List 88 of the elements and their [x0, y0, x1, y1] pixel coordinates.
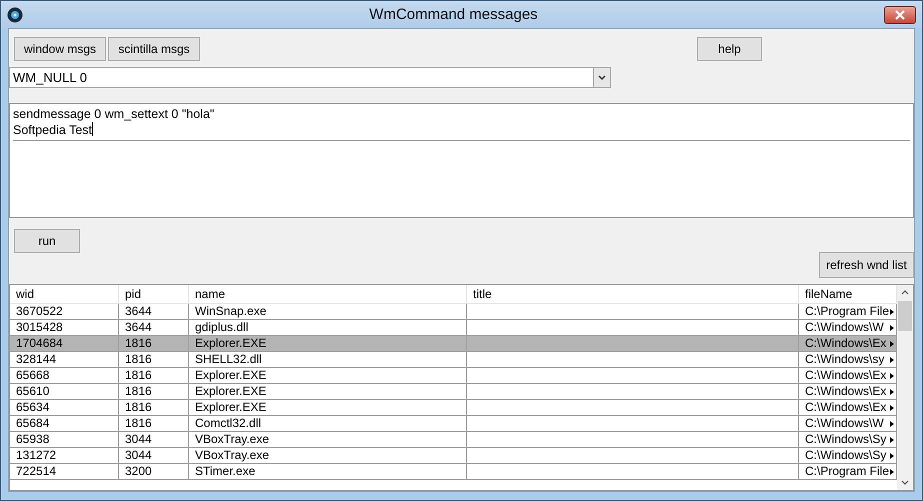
table-row[interactable]: 1704684 1816 Explorer.EXE C:\Windows\Ex [10, 336, 897, 352]
overflow-arrow-icon [890, 356, 894, 362]
table-cell: 1816 [125, 400, 152, 415]
column-header[interactable]: wid [10, 285, 119, 304]
chevron-down-icon[interactable] [901, 480, 909, 486]
table-cell: 1816 [125, 336, 152, 351]
table-cell: 722514 [16, 464, 56, 479]
table-cell: Explorer.EXE [195, 368, 266, 383]
table-cell: 65684 [16, 416, 50, 431]
column-header[interactable]: name [189, 285, 467, 304]
table-cell: WinSnap.exe [195, 304, 266, 319]
table-cell: 1704684 [16, 336, 63, 351]
table-cell: C:\Windows\Ex [805, 400, 886, 415]
table-cell: 1816 [125, 384, 152, 399]
table-cell: STimer.exe [195, 464, 256, 479]
overflow-arrow-icon [890, 340, 894, 346]
table-cell: 3044 [125, 432, 152, 447]
table-cell: 3015428 [16, 320, 63, 335]
editor-line: Softpedia Test [13, 122, 94, 138]
tab-button[interactable]: window msgs [14, 37, 106, 61]
close-icon [894, 10, 906, 20]
table-row[interactable]: 328144 1816 SHELL32.dll C:\Windows\sy [10, 352, 897, 368]
dropdown-button[interactable] [593, 68, 610, 87]
help-button[interactable]: help [697, 37, 762, 61]
table-cell: 328144 [16, 352, 56, 367]
table-cell: 3644 [125, 304, 152, 319]
window-title: WmCommand messages [368, 6, 539, 23]
table-cell: Comctl32.dll [195, 416, 262, 431]
column-header[interactable]: title [467, 285, 799, 304]
overflow-arrow-icon [890, 308, 894, 314]
table-cell: C:\Windows\Ex [805, 336, 886, 351]
table-row[interactable]: 65610 1816 Explorer.EXE C:\Windows\Ex [10, 384, 897, 400]
table-cell: VBoxTray.exe [195, 448, 270, 463]
table-row[interactable]: 65634 1816 Explorer.EXE C:\Windows\Ex [10, 400, 897, 416]
table-cell: 3644 [125, 320, 152, 335]
table-cell: 1816 [125, 352, 152, 367]
table-cell: 65634 [16, 400, 50, 415]
table-cell: Explorer.EXE [195, 400, 266, 415]
table-cell: 3200 [125, 464, 152, 479]
table-cell: Explorer.EXE [195, 384, 266, 399]
overflow-arrow-icon [890, 404, 894, 410]
run-button[interactable]: run [14, 229, 80, 253]
table-cell: C:\Windows\Ex [805, 368, 886, 383]
table-row[interactable]: 131272 3044 VBoxTray.exe C:\Windows\Sy [10, 448, 897, 464]
table-cell: C:\Windows\Sy [805, 448, 886, 463]
overflow-arrow-icon [890, 388, 894, 394]
overflow-arrow-icon [890, 436, 894, 442]
table-cell: C:\Windows\W [805, 416, 884, 431]
table-cell: 65668 [16, 368, 50, 383]
table-cell: 3670522 [16, 304, 63, 319]
message-dropdown[interactable]: WM_NULL 0 [9, 67, 611, 88]
scrollbar-thumb[interactable] [898, 301, 912, 331]
script-editor[interactable]: sendmessage 0 wm_settext 0 "hola" Softpedia Test [9, 103, 914, 218]
table-cell: C:\Program File [805, 304, 890, 319]
close-button[interactable] [884, 6, 916, 24]
table-cell: 65610 [16, 384, 50, 399]
table-cell: C:\Windows\Ex [805, 384, 886, 399]
table-row[interactable]: 65684 1816 Comctl32.dll C:\Windows\W [10, 416, 897, 432]
column-header[interactable]: pid [119, 285, 189, 304]
table-row[interactable]: 722514 3200 STimer.exe C:\Program File [10, 464, 897, 480]
table-cell: 65938 [16, 432, 50, 447]
chevron-down-icon [598, 74, 606, 80]
table-cell: 1816 [125, 368, 152, 383]
table-cell: C:\Windows\Sy [805, 432, 886, 447]
overflow-arrow-icon [890, 372, 894, 378]
editor-line: sendmessage 0 wm_settext 0 "hola" [13, 107, 216, 122]
app-icon [7, 6, 23, 22]
table-cell: Explorer.EXE [195, 336, 266, 351]
overflow-arrow-icon [890, 452, 894, 458]
table-row[interactable]: 65938 3044 VBoxTray.exe C:\Windows\Sy [10, 432, 897, 448]
table-cell: SHELL32.dll [195, 352, 262, 367]
table-cell: 131272 [16, 448, 56, 463]
table-cell: C:\Program File [805, 464, 890, 479]
overflow-arrow-icon [890, 420, 894, 426]
table-row[interactable]: 65668 1816 Explorer.EXE C:\Windows\Ex [10, 368, 897, 384]
table-cell: C:\Windows\W [805, 320, 884, 335]
chevron-up-icon[interactable] [901, 289, 909, 295]
table-cell: C:\Windows\sy [805, 352, 884, 367]
table-row[interactable]: 3670522 3644 WinSnap.exe C:\Program File [10, 304, 897, 320]
overflow-arrow-icon [890, 468, 894, 474]
overflow-arrow-icon [890, 324, 894, 330]
table-cell: 1816 [125, 416, 152, 431]
tab-button[interactable]: scintilla msgs [108, 37, 200, 61]
table-cell: VBoxTray.exe [195, 432, 270, 447]
table-cell: 3044 [125, 448, 152, 463]
scrollbar[interactable] [897, 285, 913, 490]
table-cell: gdiplus.dll [195, 320, 248, 335]
refresh-button[interactable]: refresh wnd list [819, 252, 914, 278]
